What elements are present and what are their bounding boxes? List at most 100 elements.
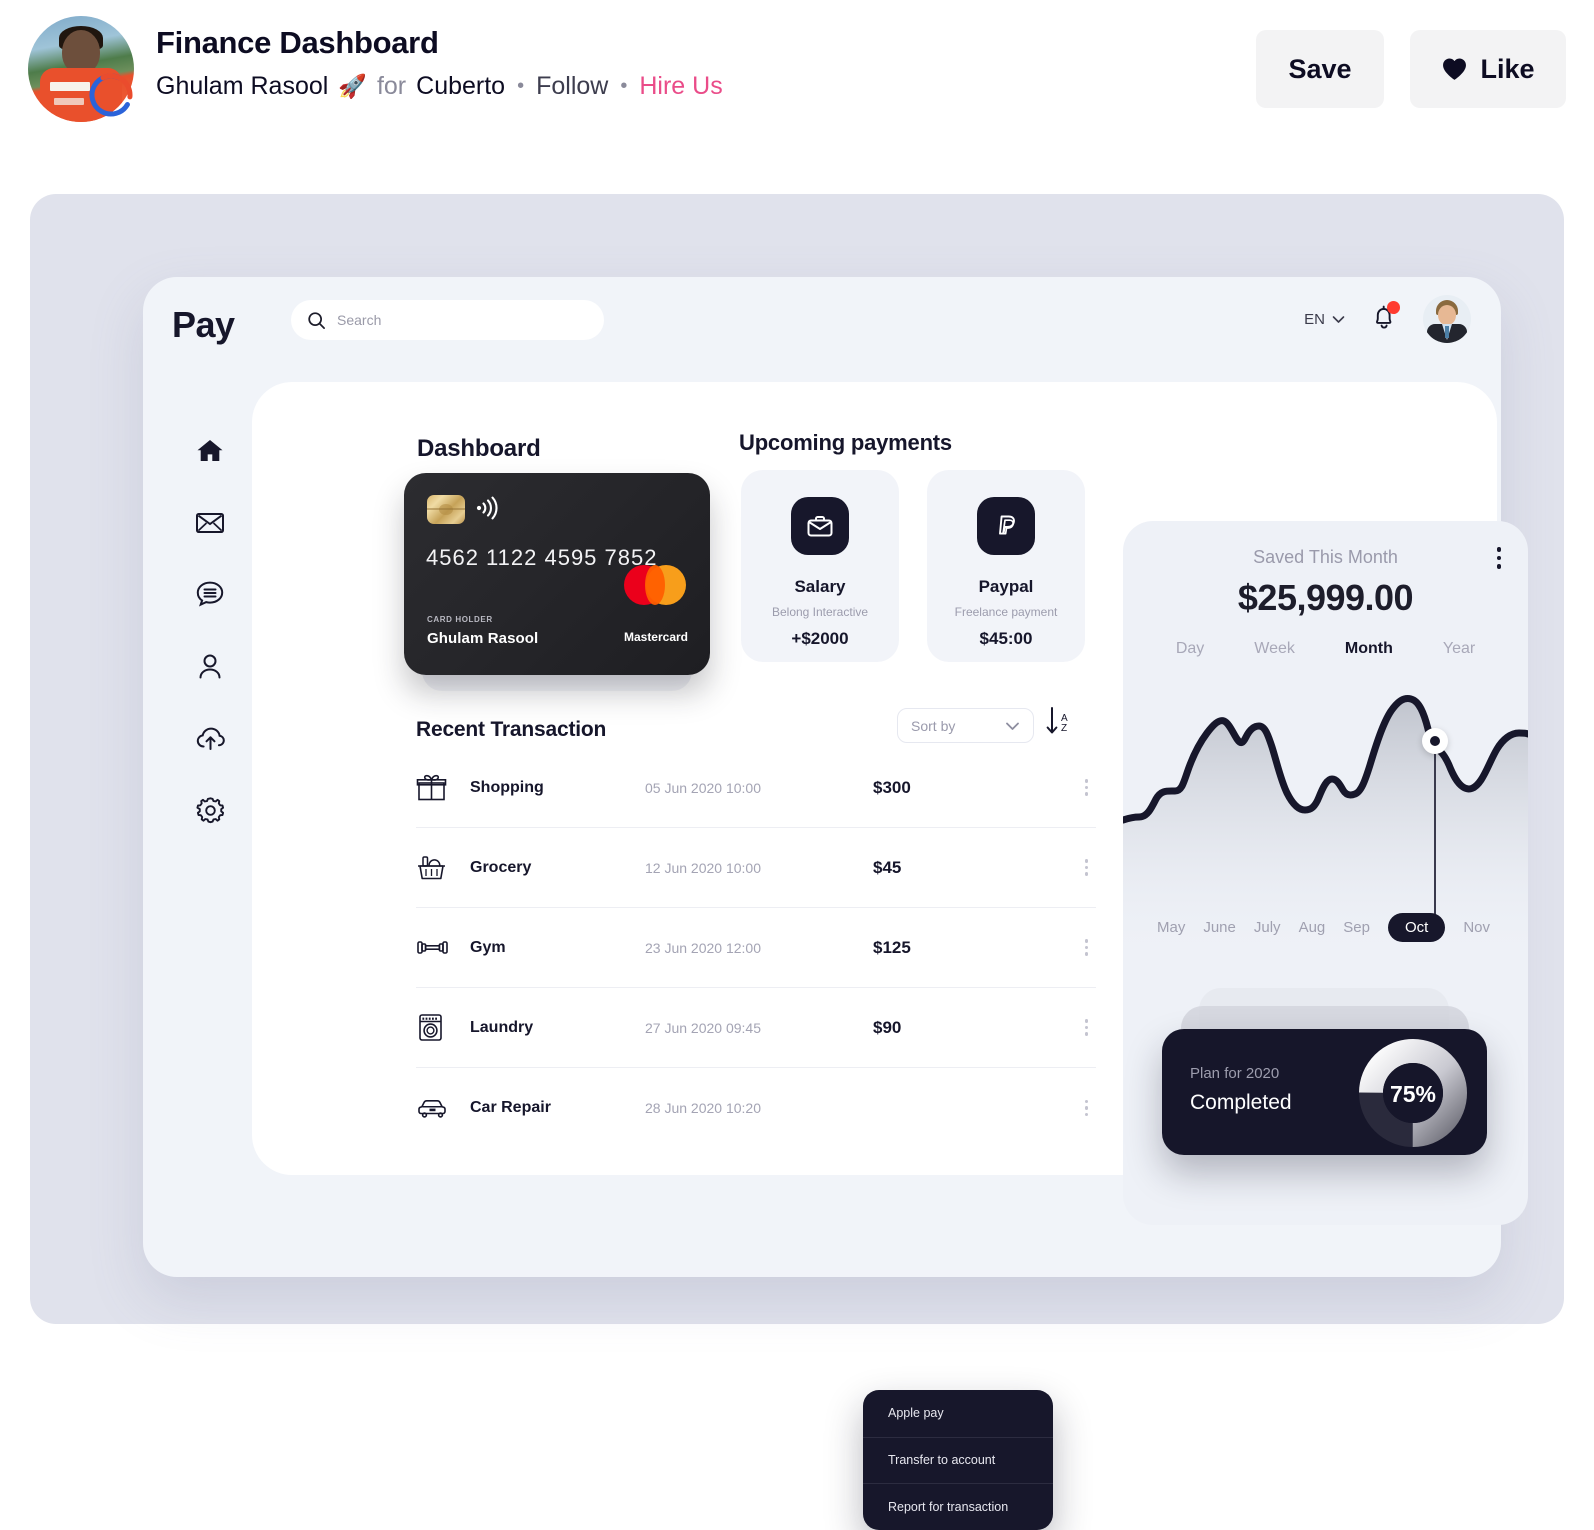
transactions-list: Shopping 05 Jun 2020 10:00 $300 Grocery … (416, 748, 1096, 1148)
chart-marker-dot[interactable] (1422, 728, 1448, 754)
upcoming-payment-paypal[interactable]: Paypal Freelance payment $45:00 (927, 470, 1085, 662)
savings-amount: $25,999.00 (1237, 577, 1414, 618)
sort-by-label: Sort by (911, 717, 956, 734)
table-row[interactable]: Shopping 05 Jun 2020 10:00 $300 (416, 748, 1096, 828)
chart-marker-line (1434, 739, 1436, 921)
month-may[interactable]: May (1157, 919, 1185, 936)
sort-letter-z: Z (1061, 722, 1068, 734)
transaction-amount: $45 (873, 857, 902, 877)
transaction-amount: $90 (873, 1017, 902, 1037)
sidebar-item-upload[interactable] (194, 725, 226, 757)
menu-item-report-transaction[interactable]: Report for transaction (863, 1483, 1053, 1530)
menu-item-transfer-to-account[interactable]: Transfer to account (863, 1436, 1053, 1484)
notifications-button[interactable] (1371, 300, 1400, 336)
avatar[interactable] (28, 16, 134, 122)
transaction-menu-button[interactable] (1084, 859, 1097, 876)
heart-icon (1441, 57, 1468, 81)
table-row[interactable]: Grocery 12 Jun 2020 10:00 $45 (416, 828, 1096, 908)
user-avatar-tie (1445, 326, 1449, 338)
language-selector[interactable]: EN (1304, 311, 1345, 328)
tab-year[interactable]: Year (1443, 640, 1475, 658)
author-block: Finance Dashboard Ghulam Rasool 🚀 for Cu… (28, 16, 723, 122)
transaction-menu-button[interactable] (1084, 1019, 1097, 1036)
transaction-name: Shopping (470, 778, 544, 796)
sidebar-item-home[interactable] (194, 437, 226, 469)
month-oct[interactable]: Oct (1387, 913, 1446, 942)
grocery-basket-icon (416, 852, 470, 883)
tab-week[interactable]: Week (1254, 640, 1295, 658)
user-avatar[interactable] (1423, 295, 1471, 343)
save-button[interactable]: Save (1256, 30, 1384, 108)
credit-card[interactable]: 4562 1122 4595 7852 CARD HOLDER Ghulam R… (404, 473, 710, 675)
upcoming-payment-salary[interactable]: Salary Belong Interactive +$2000 (741, 470, 899, 662)
transaction-date: 27 Jun 2020 09:45 (645, 1019, 761, 1036)
hire-us-link[interactable]: Hire Us (639, 71, 722, 102)
table-row[interactable]: Laundry 27 Jun 2020 09:45 $90 (416, 988, 1096, 1068)
transaction-name: Car Repair (470, 1099, 551, 1116)
sidebar-item-settings[interactable] (194, 797, 226, 829)
sort-by-select[interactable]: Sort by (897, 708, 1034, 743)
page-title: Finance Dashboard (156, 25, 439, 60)
payment-name: Paypal (978, 577, 1034, 596)
content-card: Dashboard Upcoming payments 4562 1122 45… (252, 382, 1528, 1225)
mail-icon (195, 511, 225, 540)
tab-day[interactable]: Day (1176, 640, 1204, 658)
author-name[interactable]: Ghulam Rasool (156, 71, 328, 102)
gear-icon (195, 796, 225, 830)
month-july[interactable]: July (1254, 919, 1281, 936)
transaction-name: Laundry (470, 1018, 534, 1036)
transaction-context-menu: Apple pay Transfer to account Report for… (863, 1390, 1053, 1530)
card-chip-icon (427, 495, 465, 524)
menu-item-apple-pay[interactable]: Apple pay (863, 1390, 1053, 1437)
like-button[interactable]: Like (1410, 30, 1566, 108)
like-label: Like (1480, 53, 1535, 84)
tab-month[interactable]: Month (1345, 640, 1393, 658)
author-text: Finance Dashboard Ghulam Rasool 🚀 for Cu… (156, 16, 723, 102)
search-icon (307, 311, 326, 330)
app-logo[interactable]: Pay (172, 304, 235, 346)
transaction-name: Grocery (470, 858, 532, 876)
month-june[interactable]: June (1203, 919, 1236, 936)
header-actions: Save Like (1256, 30, 1566, 108)
plan-card[interactable]: Plan for 2020 Completed 75% (1162, 1029, 1487, 1155)
search-bar[interactable] (291, 300, 604, 340)
kebab-menu-icon (1084, 939, 1088, 956)
sidebar-item-mail[interactable] (194, 509, 226, 541)
transaction-date: 23 Jun 2020 12:00 (645, 939, 761, 956)
team-link[interactable]: Cuberto (416, 71, 505, 102)
table-row[interactable]: Car Repair 28 Jun 2020 10:20 (416, 1068, 1096, 1148)
sidebar-item-chat[interactable] (194, 581, 226, 613)
briefcase-icon (791, 497, 849, 555)
byline: Ghulam Rasool 🚀 for Cuberto • Follow • H… (156, 71, 723, 102)
month-aug[interactable]: Aug (1299, 919, 1326, 936)
plan-progress-donut: 75% (1351, 1031, 1475, 1155)
rocket-icon: 🚀 (338, 73, 367, 100)
for-label: for (376, 72, 407, 101)
kebab-menu-icon (1084, 859, 1088, 876)
transaction-date: 05 Jun 2020 10:00 (645, 779, 761, 796)
month-nov[interactable]: Nov (1463, 919, 1490, 936)
transaction-menu-button[interactable] (1084, 779, 1097, 796)
paypal-icon (977, 497, 1035, 555)
follow-link[interactable]: Follow (536, 71, 608, 102)
chevron-down-icon (1332, 311, 1345, 328)
payment-name: Salary (794, 577, 846, 596)
transaction-menu-button[interactable] (1084, 1099, 1097, 1117)
transaction-menu-button[interactable] (1084, 939, 1097, 956)
sidebar (179, 437, 241, 829)
dashboard-heading: Dashboard (417, 435, 541, 462)
dumbbell-icon (416, 932, 470, 963)
notification-badge (1387, 300, 1400, 314)
month-sep[interactable]: Sep (1343, 919, 1370, 936)
cuberto-logo-icon (84, 68, 138, 122)
transaction-amount: $300 (873, 777, 911, 797)
kebab-menu-icon (1084, 1019, 1088, 1036)
sidebar-item-profile[interactable] (194, 653, 226, 685)
sort-az-button[interactable]: A Z (1045, 706, 1068, 741)
savings-label: Saved This Month (1253, 547, 1398, 567)
table-row[interactable]: Gym 23 Jun 2020 12:00 $125 (416, 908, 1096, 988)
sort-az-letters: A Z (1061, 713, 1068, 734)
card-holder-name: Ghulam Rasool (427, 630, 539, 647)
search-input[interactable] (337, 312, 588, 328)
shot-canvas: Pay EN (30, 194, 1564, 1530)
